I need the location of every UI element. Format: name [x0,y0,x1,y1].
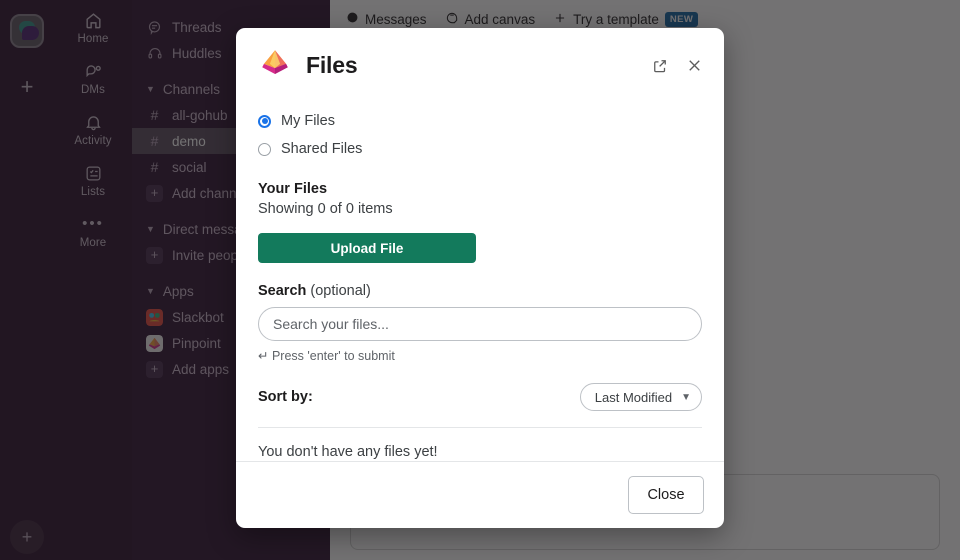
empty-state-message: You don't have any files yet! [258,444,438,460]
upload-file-button[interactable]: Upload File [258,233,476,263]
radio-my-files[interactable]: My Files [258,107,702,135]
open-external-icon[interactable] [651,57,669,75]
screen: + + Home DMs Activity [0,0,960,560]
files-modal: Files My Files Shared Files Your Files S… [236,28,724,528]
pinpoint-pyramid-icon [258,46,292,85]
modal-title: Files [306,52,358,78]
search-hint: ↵ Press 'enter' to submit [258,349,395,363]
radio-indicator-my-files[interactable] [258,114,271,128]
sort-by-label: Sort by: [258,389,313,405]
radio-indicator-shared-files[interactable] [258,142,271,156]
sort-row: Sort by: Last Modified ▼ [258,383,702,411]
modal-footer: Close [236,461,724,528]
sort-by-select[interactable]: Last Modified ▼ [579,383,702,411]
modal-body: My Files Shared Files Your Files Showing… [236,95,724,461]
radio-label-shared-files: Shared Files [281,141,363,157]
close-icon[interactable] [685,56,704,75]
search-label-bold: Search [258,283,307,299]
sort-by-value: Last Modified [594,389,673,405]
divider [258,427,702,428]
your-files-heading: Your Files [258,181,328,197]
modal-header: Files [236,28,724,95]
radio-label-my-files: My Files [281,113,335,129]
search-field-label: Search (optional) [258,283,702,299]
search-label-optional: (optional) [306,283,371,299]
items-count-text: Showing 0 of 0 items [258,201,393,217]
close-button[interactable]: Close [628,476,704,514]
radio-shared-files[interactable]: Shared Files [258,135,702,163]
search-input[interactable] [258,307,702,341]
chevron-down-icon: ▼ [681,391,691,403]
